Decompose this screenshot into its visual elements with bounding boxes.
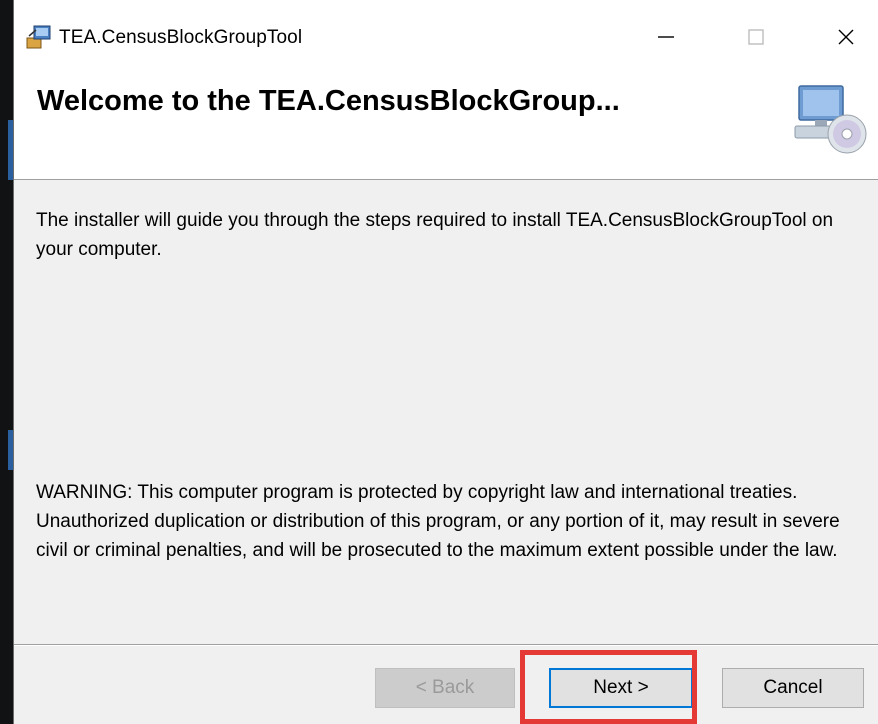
- header-banner: Welcome to the TEA.CensusBlockGroup...: [14, 77, 878, 180]
- close-icon: [838, 29, 854, 45]
- maximize-button[interactable]: [726, 14, 786, 60]
- content-area: The installer will guide you through the…: [14, 181, 878, 644]
- next-button[interactable]: Next >: [549, 668, 693, 708]
- window-title: TEA.CensusBlockGroupTool: [59, 27, 303, 48]
- intro-text: The installer will guide you through the…: [36, 210, 834, 260]
- banner-heading: Welcome to the TEA.CensusBlockGroup...: [37, 85, 620, 117]
- desktop-background: [0, 0, 13, 724]
- installer-window: TEA.CensusBlockGroupTool Welcome to the …: [13, 0, 878, 724]
- maximize-icon: [748, 29, 764, 45]
- copyright-warning: WARNING: This computer program is protec…: [36, 482, 840, 561]
- minimize-icon: [658, 36, 674, 38]
- cancel-button[interactable]: Cancel: [722, 668, 864, 708]
- computer-disc-icon: [794, 85, 867, 154]
- divider: [14, 644, 878, 646]
- back-button[interactable]: < Back: [375, 668, 515, 708]
- close-button[interactable]: [816, 14, 876, 60]
- installer-app-icon: [26, 25, 51, 49]
- title-bar[interactable]: TEA.CensusBlockGroupTool: [14, 0, 878, 77]
- minimize-button[interactable]: [636, 14, 696, 60]
